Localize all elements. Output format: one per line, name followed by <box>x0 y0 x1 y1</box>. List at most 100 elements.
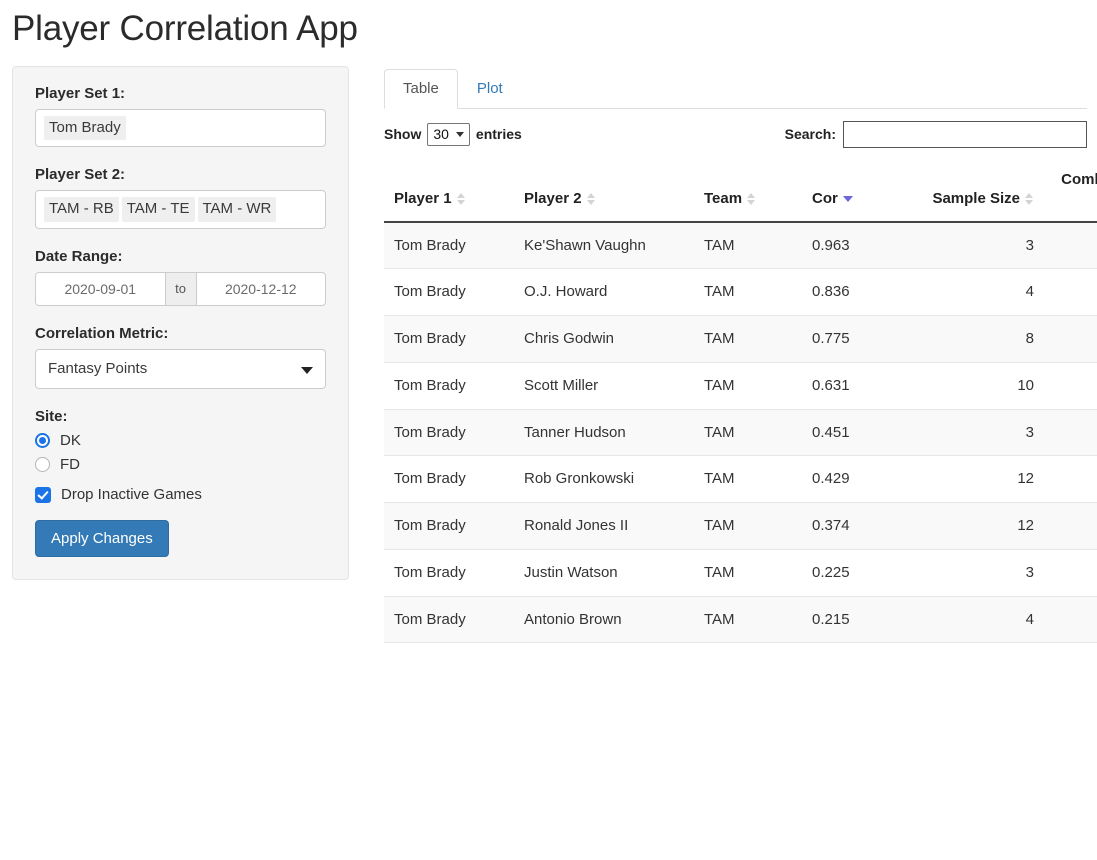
cell-team: TAM <box>694 549 802 597</box>
player-set-2-input[interactable]: TAM - RB TAM - TE TAM - WR <box>35 190 326 229</box>
search-input[interactable] <box>843 120 1087 148</box>
cell-cor: 0.215 <box>802 596 912 644</box>
column-header-label: Team <box>704 190 743 207</box>
sort-both-icon <box>456 192 466 206</box>
table-row: Tom BradyAntonio BrownTAM0.215448.44 <box>384 596 1097 644</box>
cell-team: TAM <box>694 362 802 410</box>
datatable-controls: Show 30 entries Search: <box>384 109 1087 162</box>
sort-both-icon <box>1025 192 1034 206</box>
search-control: Search: <box>785 120 1087 148</box>
date-range-group: Date Range: 2020-09-01 to 2020-12-12 <box>35 248 326 306</box>
column-header-team[interactable]: Team <box>694 161 802 223</box>
column-header-sample-size[interactable]: Sample Size <box>912 161 1044 223</box>
player-set-2-tag[interactable]: TAM - RB <box>44 197 119 222</box>
entries-label: entries <box>475 126 522 142</box>
column-header-label: Player 1 <box>394 190 452 207</box>
table-row: Tom BradyJustin WatsonTAM0.225344.46 <box>384 549 1097 597</box>
cell-sample-size: 12 <box>912 502 1044 550</box>
table-row: Tom BradyChris GodwinTAM0.775863.66 <box>384 315 1097 363</box>
cell-team: TAM <box>694 596 802 644</box>
cell-cor: 0.429 <box>802 455 912 503</box>
cell-team: TAM <box>694 502 802 550</box>
player-set-1-group: Player Set 1: Tom Brady <box>35 85 326 148</box>
checkbox-icon-drop-inactive[interactable] <box>35 486 51 503</box>
site-radio-fd[interactable]: FD <box>35 456 326 473</box>
player-set-2-label: Player Set 2: <box>35 166 126 184</box>
tab-plot[interactable]: Plot <box>458 69 522 109</box>
table-head: Player 1 Player 2 Team Cor Sample Size Combin… <box>384 161 1097 223</box>
player-set-2-tag[interactable]: TAM - TE <box>121 197 195 222</box>
date-range-control: 2020-09-01 to 2020-12-12 <box>35 272 326 306</box>
cell-player-1: Tom Brady <box>384 549 514 597</box>
cell-team: TAM <box>694 268 802 316</box>
column-header-label: Combined Max. <box>1061 170 1097 188</box>
date-end-input[interactable]: 2020-12-12 <box>195 272 326 306</box>
player-set-2-tag[interactable]: TAM - WR <box>197 197 277 222</box>
table-body: Tom BradyKe'Shawn VaughnTAM0.963347.06To… <box>384 221 1097 644</box>
page-length-select[interactable]: 30 <box>427 122 470 146</box>
cell-team: TAM <box>694 409 802 457</box>
cell-team: TAM <box>694 221 802 270</box>
table-row: Tom BradyRob GronkowskiTAM0.4291257.06 <box>384 455 1097 503</box>
app-root: Player Correlation App Player Set 1: Tom… <box>0 0 1097 860</box>
cell-player-2: Ronald Jones II <box>514 502 694 550</box>
cell-sample-size: 3 <box>912 409 1044 457</box>
column-header-label: Player 2 <box>524 190 582 207</box>
cell-team: TAM <box>694 315 802 363</box>
cell-sample-size: 4 <box>912 268 1044 316</box>
table-row: Tom BradyScott MillerTAM0.6311065.76 <box>384 362 1097 410</box>
cell-player-1: Tom Brady <box>384 455 514 503</box>
cell-player-1: Tom Brady <box>384 502 514 550</box>
cell-player-1: Tom Brady <box>384 596 514 644</box>
cell-cor: 0.225 <box>802 549 912 597</box>
cell-sample-size: 4 <box>912 596 1044 644</box>
chevron-down-icon <box>301 367 313 374</box>
radio-icon-fd[interactable] <box>35 457 50 472</box>
site-radio-fd-label: FD <box>60 456 80 473</box>
cell-player-2: Antonio Brown <box>514 596 694 644</box>
player-set-1-input[interactable]: Tom Brady <box>35 108 326 148</box>
main-panel: Table Plot Show 30 entries Search: Playe… <box>349 66 1097 644</box>
column-header-player-2[interactable]: Player 2 <box>514 161 694 223</box>
tab-table[interactable]: Table <box>384 68 458 109</box>
cell-sample-size: 10 <box>912 362 1044 410</box>
column-header-combined-max[interactable]: Combined Max. <box>1044 161 1097 223</box>
cell-combined-max: 42.06 <box>1044 409 1097 457</box>
cell-player-1: Tom Brady <box>384 409 514 457</box>
cell-player-1: Tom Brady <box>384 221 514 270</box>
site-radio-dk[interactable]: DK <box>35 432 326 449</box>
cell-combined-max: 65.76 <box>1044 362 1097 410</box>
cell-sample-size: 8 <box>912 315 1044 363</box>
cell-team: TAM <box>694 455 802 503</box>
table-header-row: Player 1 Player 2 Team Cor Sample Size Combin… <box>384 161 1097 223</box>
cell-player-1: Tom Brady <box>384 268 514 316</box>
column-header-label: Cor <box>812 190 838 207</box>
player-set-1-label: Player Set 1: <box>35 84 126 102</box>
page-title: Player Correlation App <box>12 9 358 48</box>
radio-icon-dk[interactable] <box>35 433 50 448</box>
table-row: Tom BradyKe'Shawn VaughnTAM0.963347.06 <box>384 221 1097 270</box>
correlation-table: Player 1 Player 2 Team Cor Sample Size Combin… <box>384 161 1097 644</box>
date-range-label: Date Range: <box>35 248 123 265</box>
show-entries-control: Show 30 entries <box>384 122 522 146</box>
cell-player-2: O.J. Howard <box>514 268 694 316</box>
player-set-1-tag[interactable]: Tom Brady <box>44 115 126 141</box>
date-start-input[interactable]: 2020-09-01 <box>35 272 166 306</box>
correlation-metric-select[interactable]: Fantasy Points <box>35 349 326 389</box>
apply-changes-button[interactable]: Apply Changes <box>35 520 169 557</box>
drop-inactive-checkbox-row[interactable]: Drop Inactive Games <box>35 486 326 503</box>
cell-cor: 0.836 <box>802 268 912 316</box>
correlation-metric-label: Correlation Metric: <box>35 325 169 342</box>
cell-cor: 0.775 <box>802 315 912 363</box>
chevron-down-icon <box>455 132 464 137</box>
correlation-metric-group: Correlation Metric: Fantasy Points <box>35 325 326 389</box>
column-header-cor[interactable]: Cor <box>802 161 912 223</box>
cell-player-1: Tom Brady <box>384 315 514 363</box>
cell-cor: 0.631 <box>802 362 912 410</box>
column-header-player-1[interactable]: Player 1 <box>384 161 514 223</box>
sidebar-panel: Player Set 1: Tom Brady Player Set 2: TA… <box>12 65 349 580</box>
cell-sample-size: 3 <box>912 221 1044 270</box>
table-row: Tom BradyRonald Jones IITAM0.3741263.64 <box>384 502 1097 550</box>
sort-desc-icon <box>842 192 853 206</box>
cell-combined-max: 47.06 <box>1044 221 1097 270</box>
